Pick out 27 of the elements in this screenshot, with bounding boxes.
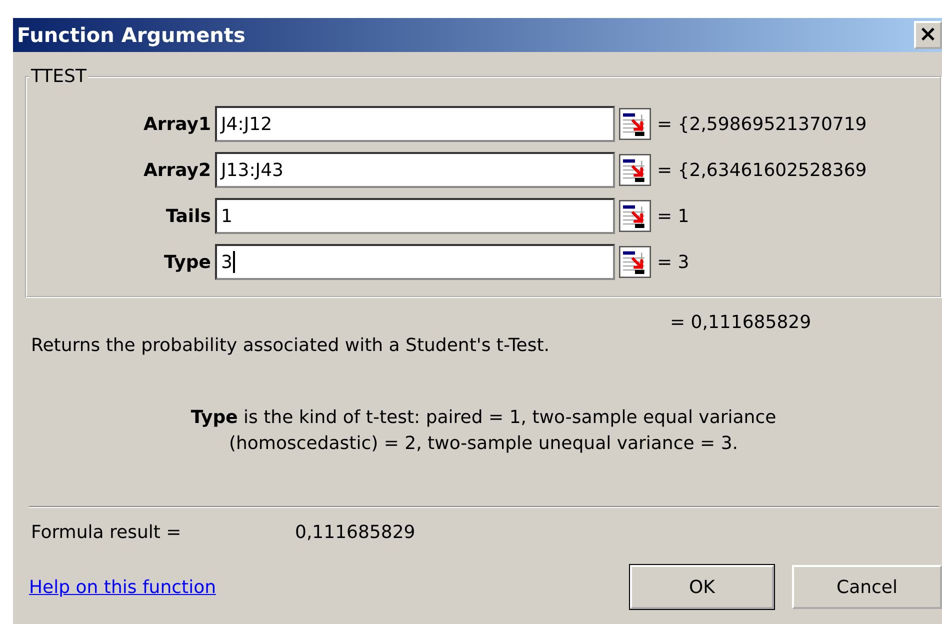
close-button[interactable]: × [914,21,942,49]
function-description: Returns the probability associated with a Student's t-Test. [30,335,550,356]
argument-result: = {2,59869521370719 [657,114,867,134]
group-title: TTEST [30,66,88,87]
argument-label: Tails [164,206,212,226]
input-field[interactable]: 1 [215,198,615,234]
range-picker-icon[interactable] [619,200,651,232]
input-field[interactable]: J4:J12 [215,106,615,142]
argument-label: Array1 [142,114,212,134]
argument-result: = 1 [657,206,690,226]
range-picker-icon[interactable] [619,154,651,186]
formula-result-value: 0,111685829 [295,522,416,543]
input-field[interactable]: J13:J43 [215,152,615,188]
function-result: = 0,111685829 [670,312,812,333]
argument-label: Array2 [142,160,212,180]
range-picker-icon[interactable] [619,108,651,140]
argument-help-text: Type is the kind of t-test: paired = 1, two-sample equal variance (homoscedastic) = 2, two-sample unequal variance = 3. [190,406,778,456]
help-link[interactable]: Help on this function [29,576,216,598]
formula-result-label: Formula result = [31,522,182,543]
argument-result: = 3 [657,252,690,272]
dialog-button[interactable]: Cancel [792,565,942,609]
window-title: Function Arguments [17,23,246,47]
argument-result: = {2,63461602528369 [657,160,867,180]
range-picker-icon[interactable] [619,246,651,278]
dialog-button[interactable]: OK [630,565,774,609]
argument-label: Type [163,252,212,272]
input-field[interactable]: 3 [215,244,615,280]
